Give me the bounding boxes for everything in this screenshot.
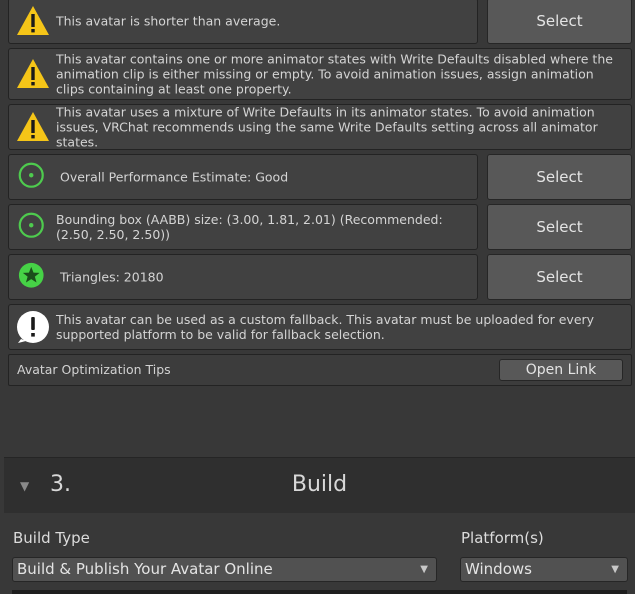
- validation-message-fallback: This avatar can be used as a custom fall…: [8, 304, 632, 350]
- warning-icon: [17, 112, 49, 141]
- good-performance-icon: [18, 162, 44, 188]
- section-title: Build: [291, 472, 348, 497]
- optimization-tips-label: Avatar Optimization Tips: [17, 362, 171, 377]
- message-text: This avatar can be used as a custom fall…: [56, 312, 595, 342]
- validation-message-write-defaults-mixture: This avatar uses a mixture of Write Defa…: [8, 104, 632, 150]
- build-type-label: Build Type: [13, 529, 90, 547]
- dropdown-arrow-icon: ▼: [420, 564, 428, 575]
- message-text: This avatar uses a mixture of Write Defa…: [56, 104, 598, 150]
- platform-dropdown[interactable]: Windows ▼: [460, 557, 628, 582]
- select-button-performance[interactable]: Select: [487, 154, 632, 200]
- platform-label: Platform(s): [461, 529, 544, 547]
- validation-message-height: This avatar is shorter than average.: [8, 0, 478, 44]
- build-section-header[interactable]: ▼ 3. Build: [4, 457, 635, 513]
- message-text: Overall Performance Estimate: Good: [60, 169, 289, 185]
- select-button-triangles[interactable]: Select: [487, 254, 632, 300]
- select-button-bounding-box[interactable]: Select: [487, 204, 632, 250]
- good-performance-icon: [18, 212, 44, 238]
- info-icon: [17, 311, 49, 343]
- message-text: Bounding box (AABB) size: (3.00, 1.81, 2…: [56, 212, 443, 242]
- optimization-tips-row: Avatar Optimization Tips Open Link: [8, 354, 632, 386]
- excellent-star-icon: [18, 262, 44, 288]
- message-text: This avatar is shorter than average.: [56, 13, 281, 29]
- validation-message-bounding-box: Bounding box (AABB) size: (3.00, 1.81, 2…: [8, 204, 478, 250]
- open-link-button[interactable]: Open Link: [499, 359, 623, 381]
- message-text: Triangles: 20180: [60, 269, 164, 285]
- build-type-dropdown[interactable]: Build & Publish Your Avatar Online ▼: [12, 557, 437, 582]
- warning-icon: [17, 59, 49, 88]
- select-button-height[interactable]: Select: [487, 0, 632, 44]
- next-field-edge: [12, 590, 627, 594]
- build-type-value: Build & Publish Your Avatar Online: [17, 560, 273, 578]
- platform-value: Windows: [465, 560, 532, 578]
- warning-icon: [17, 6, 49, 35]
- validation-message-write-defaults-empty: This avatar contains one or more animato…: [8, 48, 632, 100]
- dropdown-arrow-icon: ▼: [611, 564, 619, 575]
- validation-message-triangles: Triangles: 20180: [8, 254, 478, 300]
- validation-message-performance: Overall Performance Estimate: Good: [8, 154, 478, 200]
- message-text: This avatar contains one or more animato…: [56, 51, 613, 97]
